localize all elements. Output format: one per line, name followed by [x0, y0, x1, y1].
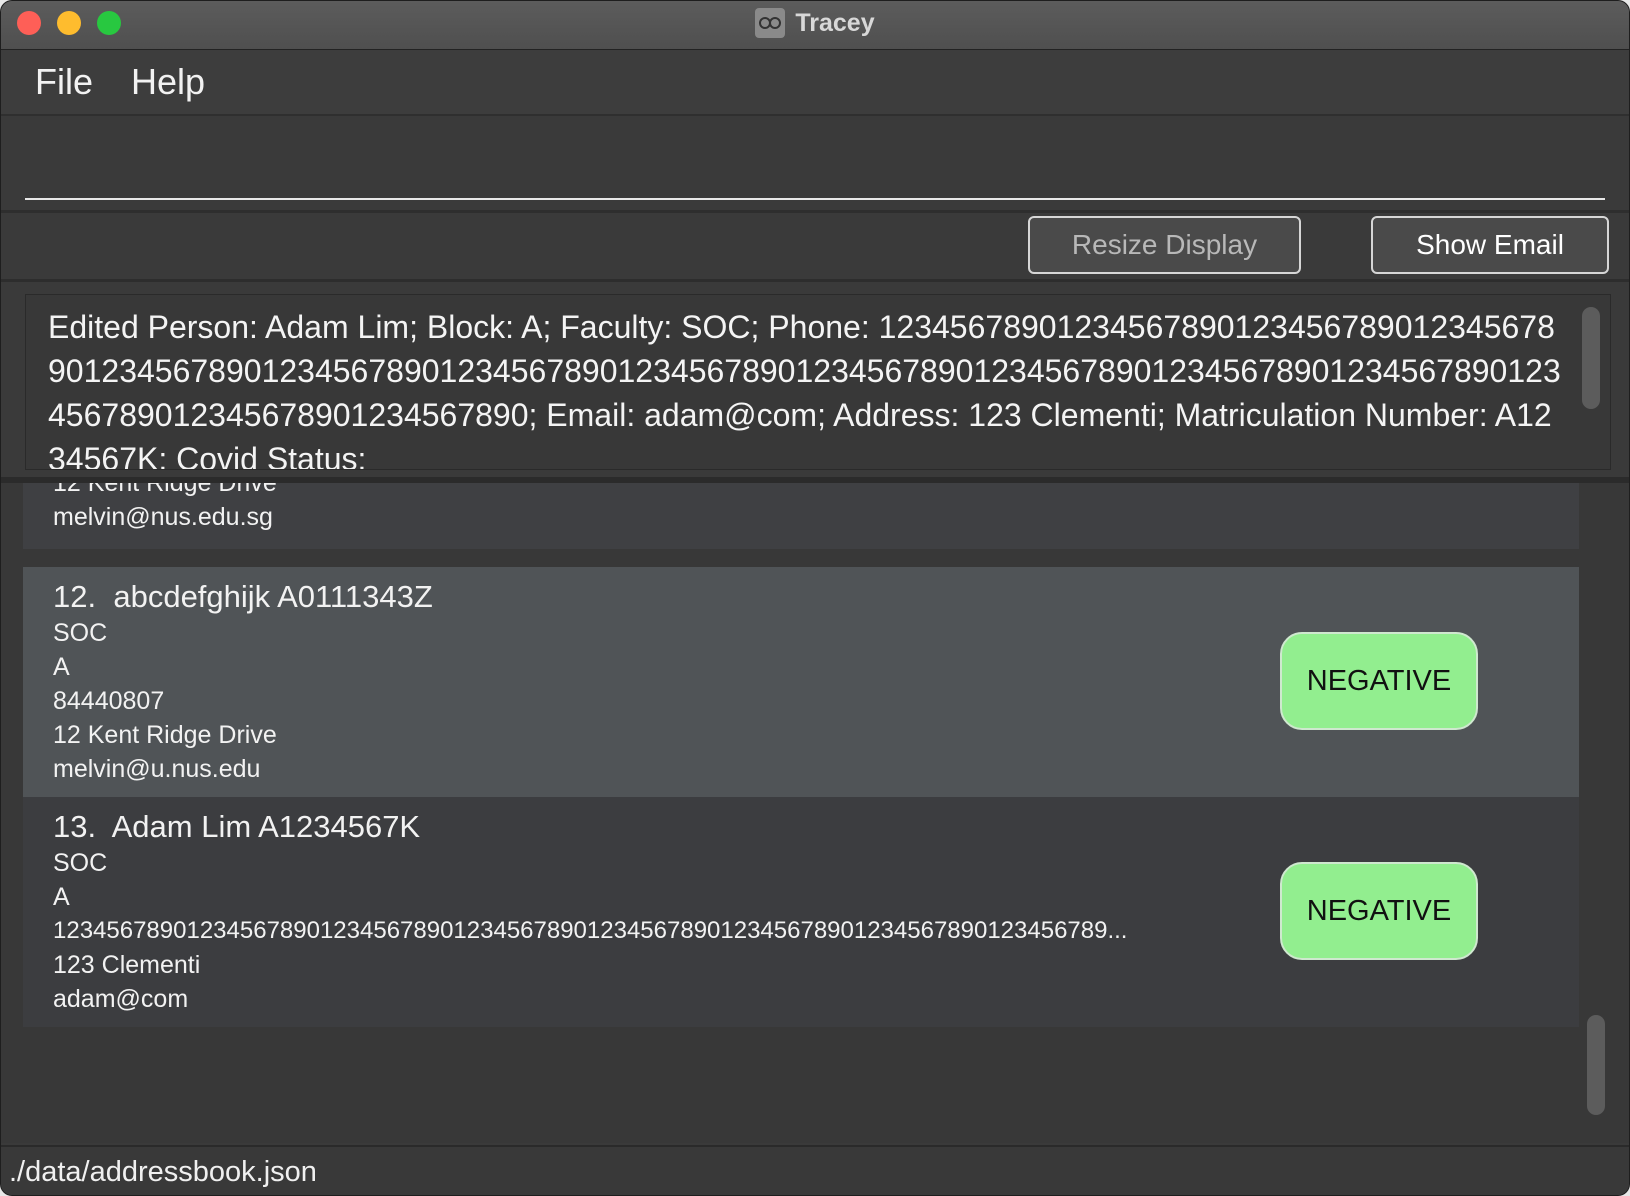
app-window: Tracey File Help Resize Display Show Ema… [0, 0, 1630, 1196]
list-item[interactable]: 12. abcdefghijk A0111343Z SOC A 84440807… [23, 567, 1579, 797]
list-scrollbar[interactable] [1587, 1015, 1605, 1115]
person-phone: 84440807 [53, 687, 165, 715]
covid-status-badge: NEGATIVE [1280, 862, 1478, 960]
person-name: Adam Lim A1234567K [111, 809, 421, 844]
person-list[interactable]: 12 Kent Ridge Drive melvin@nus.edu.sg 12… [1, 483, 1629, 1143]
menu-bar: File Help [1, 50, 1629, 116]
button-row: Resize Display Show Email [1, 213, 1629, 282]
result-message: Edited Person: Adam Lim; Block: A; Facul… [48, 309, 1561, 470]
covid-status-badge: NEGATIVE [1280, 632, 1478, 730]
person-address: 12 Kent Ridge Drive [53, 483, 277, 497]
person-address: 12 Kent Ridge Drive [53, 721, 277, 749]
person-index: 13. [53, 809, 97, 844]
person-address: 123 Clementi [53, 951, 201, 979]
person-faculty: SOC [53, 849, 108, 877]
person-faculty: SOC [53, 619, 108, 647]
app-logo-icon [755, 8, 786, 38]
status-bar: ./data/addressbook.json [1, 1145, 1629, 1195]
person-email: melvin@u.nus.edu [53, 755, 261, 783]
window-title: Tracey [795, 8, 875, 37]
person-phone: 1234567890123456789012345678901234567890… [53, 917, 1128, 944]
person-block: A [53, 883, 70, 911]
resize-display-button[interactable]: Resize Display [1028, 216, 1301, 274]
command-box [1, 116, 1629, 213]
title-bar[interactable]: Tracey [1, 1, 1629, 50]
menu-help[interactable]: Help [131, 61, 205, 103]
person-header: 13. Adam Lim A1234567K [53, 809, 420, 845]
title-group: Tracey [1, 1, 1629, 45]
person-header: 12. abcdefghijk A0111343Z [53, 579, 433, 615]
menu-file[interactable]: File [35, 61, 93, 103]
person-name: abcdefghijk A0111343Z [113, 579, 433, 614]
save-location-path: ./data/addressbook.json [9, 1155, 317, 1188]
person-email: melvin@nus.edu.sg [53, 503, 273, 531]
show-email-button[interactable]: Show Email [1371, 216, 1609, 274]
command-input[interactable] [25, 116, 1605, 200]
list-item[interactable]: 12 Kent Ridge Drive melvin@nus.edu.sg [23, 483, 1579, 549]
person-email: adam@com [53, 985, 189, 1013]
person-block: A [53, 653, 70, 681]
result-display[interactable]: Edited Person: Adam Lim; Block: A; Facul… [25, 294, 1611, 470]
result-scrollbar[interactable] [1582, 307, 1600, 409]
list-item[interactable]: 13. Adam Lim A1234567K SOC A 12345678901… [23, 797, 1579, 1027]
person-index: 12. [53, 579, 97, 614]
